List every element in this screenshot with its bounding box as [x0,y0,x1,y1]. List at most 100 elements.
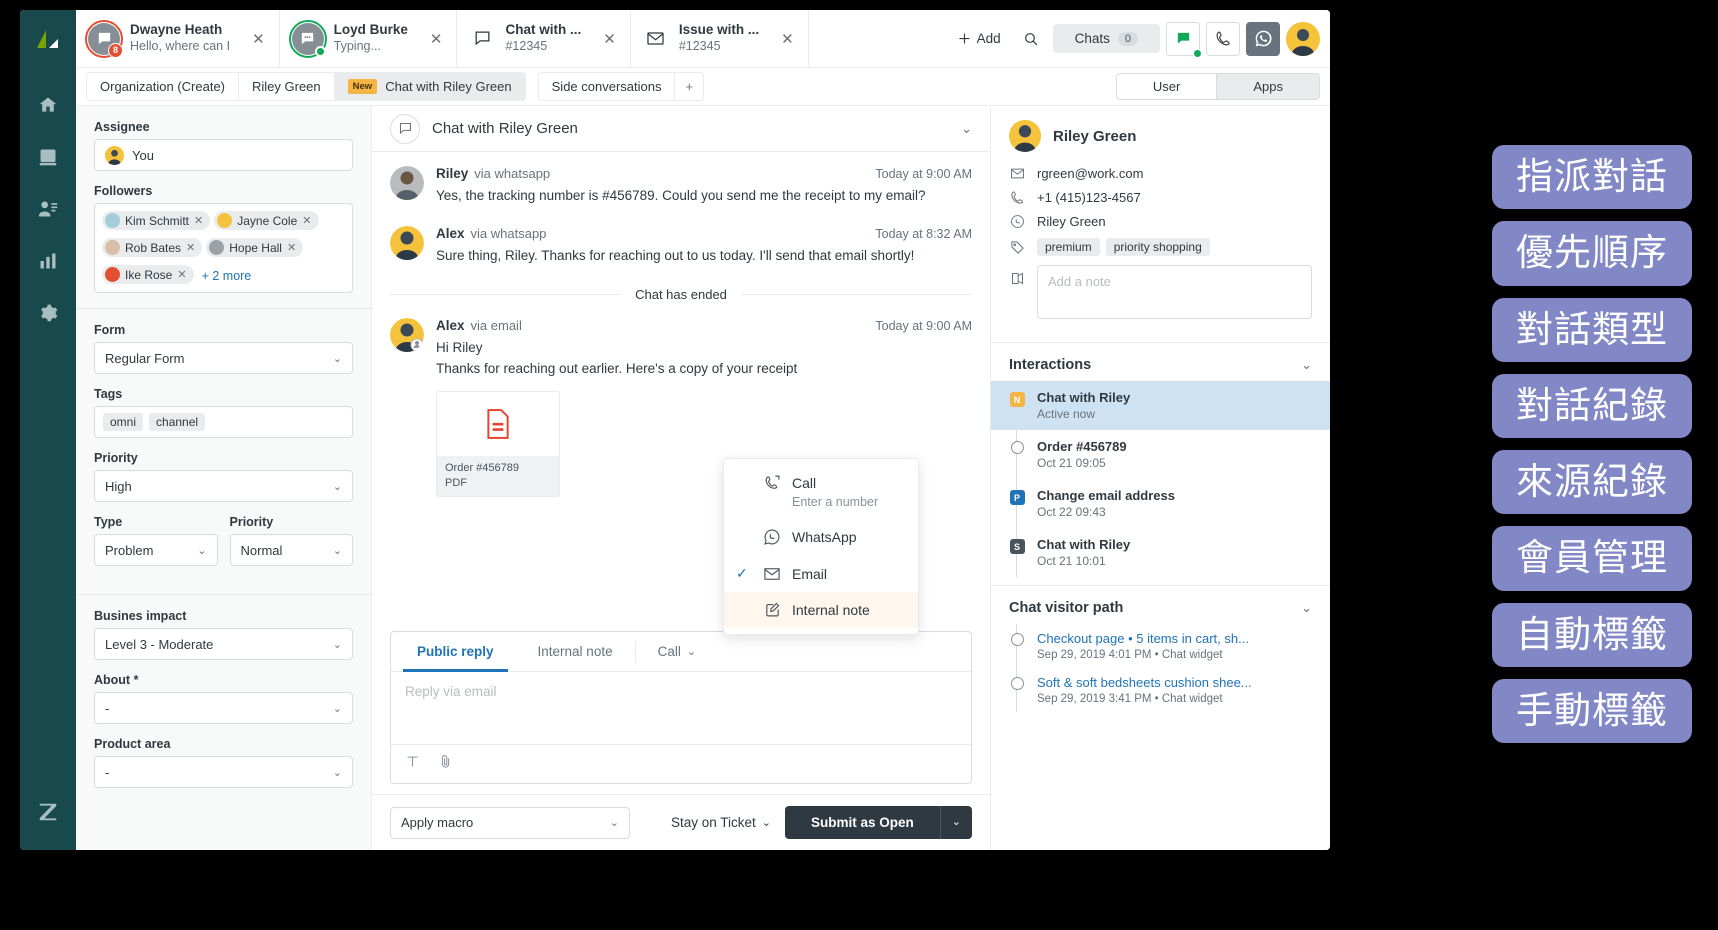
nav-home-icon[interactable] [26,83,70,127]
remove-icon[interactable]: ✕ [177,268,186,281]
messaging-status-button[interactable] [1166,21,1202,58]
close-icon[interactable]: ✕ [591,30,616,48]
avatar [390,226,424,261]
breadcrumb-chat-with-riley-green[interactable]: New Chat with Riley Green [333,72,526,101]
interaction-item[interactable]: S Chat with Riley Oct 21 10:01 [991,528,1330,577]
priority2-select[interactable]: Normal ⌄ [229,534,353,566]
follower-name: Kim Schmitt [125,213,190,228]
priority-select[interactable]: High ⌄ [94,470,353,502]
tag-chip[interactable]: premium [1037,238,1100,256]
text-format-icon[interactable] [405,754,420,774]
mail-icon [1009,166,1025,181]
tags-input[interactable]: omni channel [94,406,353,438]
stay-on-ticket-dropdown[interactable]: Stay on Ticket ⌄ [671,815,771,830]
add-side-conversation-button[interactable]: + [674,72,705,101]
followers-input[interactable]: Kim Schmitt ✕ Jayne Cole ✕ Rob Bates ✕ H… [94,203,353,293]
chevron-down-icon[interactable]: ⌄ [1301,600,1312,616]
add-button[interactable]: Add [949,25,1009,52]
interaction-subtitle: Oct 21 09:05 [1037,456,1106,470]
chevron-down-icon[interactable]: ⌄ [1301,357,1312,373]
current-user-avatar[interactable] [1286,21,1320,56]
chat-ended-label: Chat has ended [635,286,727,302]
close-icon[interactable]: ✕ [240,30,265,48]
business-impact-select[interactable]: Level 3 - Moderate ⌄ [94,628,353,660]
interaction-item[interactable]: P Change email address Oct 22 09:43 [991,479,1330,528]
attachment-icon[interactable] [438,754,453,774]
follower-chip[interactable]: Jayne Cole ✕ [214,211,319,230]
follower-chip[interactable]: Kim Schmitt ✕ [102,211,211,230]
interaction-item[interactable]: N Chat with Riley Active now [991,381,1330,430]
segment-apps[interactable]: Apps [1216,74,1319,99]
avatar [288,19,327,58]
customer-phone-row: +1 (415)123-4567 [1009,190,1312,205]
form-select[interactable]: Regular Form ⌄ [94,342,353,374]
assignee-input[interactable]: You [94,139,353,171]
follower-chip[interactable]: Rob Bates ✕ [102,238,203,257]
path-title[interactable]: Soft & soft bedsheets cushion shee... [1037,675,1252,690]
customer-email[interactable]: rgreen@work.com [1037,166,1143,181]
nav-views-icon[interactable] [26,135,70,179]
menu-item-call[interactable]: Call Enter a number [724,465,918,519]
tab-loyd-burke[interactable]: Loyd Burke Typing... ✕ [279,10,458,67]
remove-icon[interactable]: ✕ [194,214,203,227]
search-button[interactable] [1015,25,1047,53]
side-conversations-tab[interactable]: Side conversations [537,72,675,101]
whatsapp-status-button[interactable] [1246,21,1280,56]
chats-filter[interactable]: Chats 0 [1052,24,1160,53]
tab-public-reply[interactable]: Public reply [395,632,516,672]
segment-user[interactable]: User [1116,74,1217,99]
type-select[interactable]: Problem ⌄ [94,534,218,566]
breadcrumb-organization[interactable]: Organization (Create) [86,72,238,101]
tab-issue-with[interactable]: Issue with ... #12345 ✕ [630,10,809,67]
priority2-value: Normal [240,542,283,558]
remove-icon[interactable]: ✕ [186,241,195,254]
chevron-down-icon[interactable]: ⌄ [961,121,972,137]
zendesk-logo-icon[interactable] [35,28,61,55]
tab-chat-with[interactable]: Chat with ... #12345 ✕ [457,10,631,67]
nav-admin-icon[interactable] [26,291,70,335]
tag-chip[interactable]: omni [103,413,144,431]
menu-item-internal-note[interactable]: Internal note [724,591,918,628]
reply-textarea[interactable]: Reply via email [391,672,971,744]
tag-chip[interactable]: channel [149,413,206,431]
submit-options-chevron-icon[interactable]: ⌄ [939,806,972,839]
avatar [209,240,225,255]
about-label: About * [94,673,139,687]
talk-status-button[interactable] [1206,21,1240,56]
path-item[interactable]: Soft & soft bedsheets cushion shee... Se… [991,668,1330,712]
follower-chip[interactable]: Ike Rose ✕ [102,265,194,284]
breadcrumb-riley-green[interactable]: Riley Green [238,72,334,101]
followers-more-link[interactable]: + 2 more [202,269,252,283]
customer-email-row: rgreen@work.com [1009,166,1312,181]
submit-as-open-button[interactable]: Submit as Open [785,806,940,839]
close-icon[interactable]: ✕ [418,30,443,48]
customer-whatsapp[interactable]: Riley Green [1037,214,1106,229]
path-item[interactable]: Checkout page • 5 items in cart, sh... S… [991,624,1330,668]
badge-letter: N [1009,392,1025,407]
tag-chip[interactable]: priority shopping [1105,238,1210,256]
priority-label: Priority [94,451,138,465]
remove-icon[interactable]: ✕ [302,214,311,227]
path-title[interactable]: Checkout page • 5 items in cart, sh... [1037,631,1249,646]
tab-internal-note[interactable]: Internal note [516,632,635,671]
remove-icon[interactable]: ✕ [287,241,296,254]
interaction-title: Chat with Riley [1037,390,1131,405]
nav-reporting-icon[interactable] [26,239,70,283]
follower-chip[interactable]: Hope Hall ✕ [206,238,304,257]
callout-label-priority: 優先順序 [1492,221,1692,286]
apply-macro-select[interactable]: Apply macro ⌄ [390,806,630,839]
path-text: Checkout page • 5 items in cart, sh... S… [1037,631,1249,661]
close-icon[interactable]: ✕ [769,30,794,48]
interaction-item[interactable]: Order #456789 Oct 21 09:05 [991,430,1330,479]
menu-item-whatsapp[interactable]: WhatsApp [724,519,918,555]
tab-call[interactable]: Call ⌄ [636,632,718,671]
tab-dwayne-heath[interactable]: 8 Dwayne Heath Hello, where can I ✕ [76,10,280,67]
attachment-card[interactable]: Order #456789 PDF [436,391,560,497]
menu-item-email[interactable]: ✓ Email [724,556,918,592]
product-area-select[interactable]: - ⌄ [94,756,353,788]
nav-customers-icon[interactable] [26,187,70,231]
whatsapp-icon [1009,214,1025,229]
about-select[interactable]: - ⌄ [94,692,353,724]
add-note-input[interactable]: Add a note [1037,265,1312,319]
customer-phone[interactable]: +1 (415)123-4567 [1037,190,1141,205]
